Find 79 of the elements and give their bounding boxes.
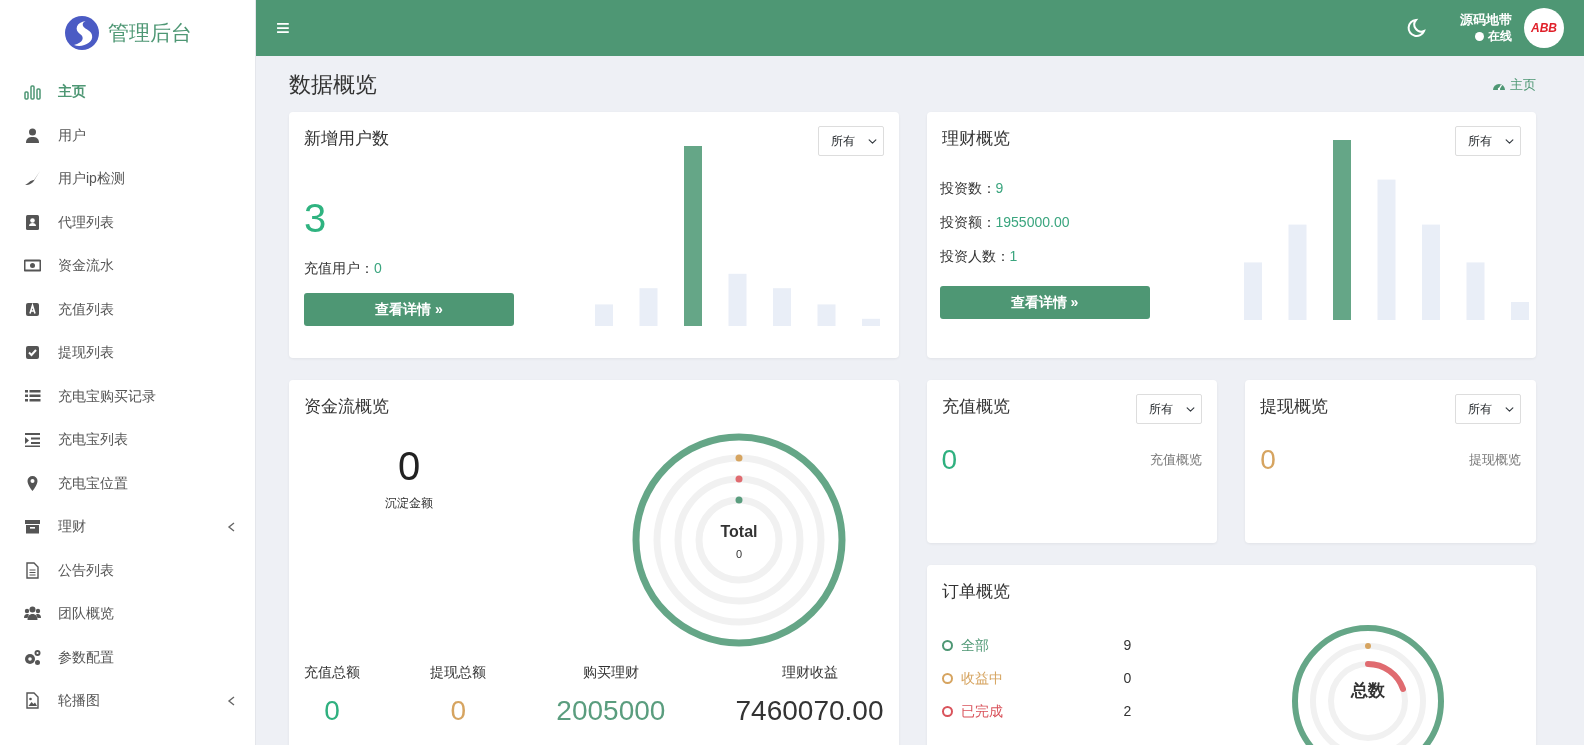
sidebar-item[interactable]: 资金流水 bbox=[0, 244, 255, 288]
banknote-icon bbox=[24, 257, 41, 275]
sidebar-item[interactable]: 公告列表 bbox=[0, 548, 255, 592]
overview-caption: 充值概览 bbox=[1150, 451, 1203, 470]
total-label: 理财收益 bbox=[781, 662, 838, 682]
sidebar-item[interactable]: 充电宝列表 bbox=[0, 418, 255, 462]
chart-center-label: 总数 bbox=[1350, 679, 1385, 702]
filter-dropdown[interactable]: 所有 bbox=[817, 126, 884, 156]
indent-list-icon bbox=[24, 431, 41, 449]
legend-count: 2 bbox=[1123, 701, 1132, 721]
details-button[interactable]: 查看详情 » bbox=[939, 286, 1150, 319]
chart-center-value: 0 bbox=[735, 546, 743, 562]
gears-icon bbox=[24, 648, 41, 666]
sidebar-item[interactable]: 代理列表 bbox=[0, 200, 255, 244]
sidebar-item[interactable]: 轮播图 bbox=[0, 679, 255, 723]
chart-center-title: Total bbox=[720, 521, 758, 542]
filter-dropdown[interactable]: 所有 bbox=[1455, 394, 1521, 424]
card-title: 理财概览 bbox=[941, 128, 1010, 150]
stat-text: 投资额：1955000.00 bbox=[939, 213, 1071, 232]
sidebar-item[interactable]: 用户ip检测 bbox=[0, 157, 255, 201]
legend-label: 收益中 bbox=[960, 668, 1004, 688]
bar-chart-icon bbox=[24, 83, 41, 101]
menu-button[interactable]: ≡ bbox=[274, 14, 292, 42]
sidebar-item[interactable]: 充值列表 bbox=[0, 287, 255, 331]
ring-end-dot bbox=[735, 496, 743, 503]
total-label: 提现总额 bbox=[430, 662, 487, 682]
legend-count: 9 bbox=[1123, 635, 1132, 655]
retained-amount-value: 0 bbox=[397, 445, 421, 486]
archive-box-icon bbox=[24, 518, 41, 536]
sidebar-item[interactable]: 团队概览 bbox=[0, 592, 255, 636]
contact-card-icon bbox=[24, 213, 41, 231]
total-value: 0 bbox=[324, 696, 340, 725]
document-icon bbox=[24, 561, 41, 579]
new-user-count: 3 bbox=[304, 198, 328, 238]
sidebar-item[interactable]: 理财 bbox=[0, 505, 255, 549]
user-icon bbox=[24, 126, 41, 144]
total-label: 充值总额 bbox=[304, 662, 360, 682]
legend-label: 已完成 bbox=[960, 701, 1004, 721]
group-icon bbox=[24, 605, 41, 623]
sidebar-item[interactable]: 充电宝位置 bbox=[0, 461, 255, 505]
stat-text: 投资人数：1 bbox=[939, 247, 1019, 266]
logo-icon bbox=[63, 15, 100, 51]
total-label: 购买理财 bbox=[582, 662, 639, 682]
letter-square-icon bbox=[24, 300, 41, 318]
ring-end-dot bbox=[1364, 642, 1371, 649]
list-icon bbox=[24, 387, 41, 405]
card-title: 提现概览 bbox=[1260, 396, 1329, 418]
total-value: 0 bbox=[450, 696, 466, 725]
card-title: 充值概览 bbox=[941, 396, 1010, 418]
user-status: 在线 bbox=[1488, 29, 1512, 44]
checkbox-icon bbox=[24, 344, 41, 362]
overview-value: 0 bbox=[1260, 446, 1276, 474]
filter-dropdown[interactable]: 所有 bbox=[1455, 126, 1521, 156]
overview-caption: 提现概览 bbox=[1469, 451, 1521, 470]
legend-count: 0 bbox=[1123, 668, 1132, 688]
avatar-logo[interactable]: ABB bbox=[1524, 8, 1564, 48]
legend-label: 全部 bbox=[960, 635, 990, 655]
sidebar-item[interactable]: 用户 bbox=[0, 113, 255, 157]
sidebar-item[interactable]: 参数配置 bbox=[0, 635, 255, 679]
sidebar-item[interactable]: 提现列表 bbox=[0, 331, 255, 375]
details-button[interactable]: 查看详情 » bbox=[304, 293, 514, 326]
stat-text: 投资数：9 bbox=[939, 179, 1005, 198]
retained-amount-label: 沉淀金额 bbox=[385, 494, 433, 512]
sidebar-item[interactable]: 充电宝购买记录 bbox=[0, 374, 255, 418]
card-title: 新增用户数 bbox=[304, 128, 389, 150]
card-title: 资金流概览 bbox=[304, 396, 389, 418]
card-title: 订单概览 bbox=[941, 581, 1010, 603]
page-title: 数据概览 bbox=[289, 71, 377, 99]
total-value: 7460070.00 bbox=[735, 696, 884, 725]
recharge-users-text: 充值用户：0 bbox=[304, 259, 383, 278]
brand-title: 管理后台 bbox=[107, 20, 192, 47]
image-icon bbox=[24, 692, 41, 710]
ring-end-dot bbox=[735, 454, 743, 461]
filter-dropdown[interactable]: 所有 bbox=[1136, 394, 1203, 424]
sidebar-item[interactable]: 主页 bbox=[0, 70, 255, 114]
ring-end-dot bbox=[735, 475, 743, 482]
total-value: 2005000 bbox=[556, 696, 666, 725]
user-name: 源码地带 bbox=[1460, 12, 1512, 30]
overview-value: 0 bbox=[941, 446, 958, 474]
